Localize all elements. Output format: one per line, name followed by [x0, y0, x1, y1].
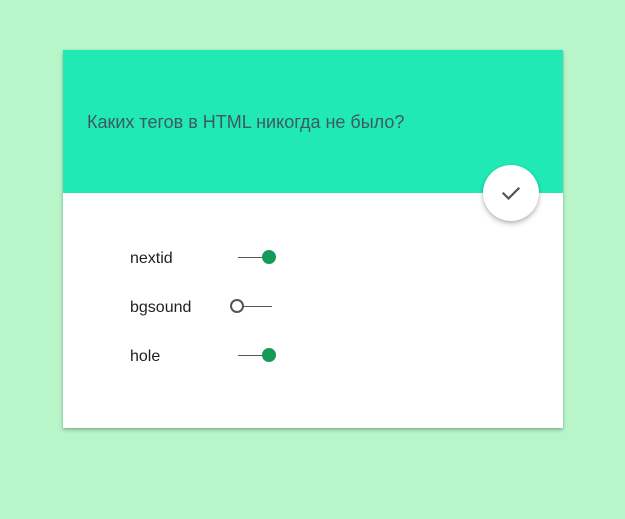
submit-button[interactable] — [483, 165, 539, 221]
question-text: Каких тегов в HTML никогда не было? — [87, 112, 405, 132]
quiz-card: Каких тегов в HTML никогда не было? next… — [63, 50, 563, 428]
check-icon — [501, 186, 521, 201]
option-row: hole — [130, 342, 350, 391]
card-header: Каких тегов в HTML никогда не было? — [63, 50, 563, 193]
toggle-thumb[interactable] — [262, 250, 276, 264]
toggle-thumb[interactable] — [262, 348, 276, 362]
option-label: bgsound — [130, 299, 192, 316]
option-label: hole — [130, 348, 161, 365]
option-toggle[interactable] — [238, 248, 280, 268]
option-row: nextid — [130, 244, 350, 293]
options-list: nextid bgsound hole — [130, 244, 350, 391]
option-toggle[interactable] — [238, 346, 280, 366]
option-row: bgsound — [130, 293, 350, 342]
option-label: nextid — [130, 250, 173, 267]
option-toggle[interactable] — [230, 297, 280, 317]
toggle-thumb[interactable] — [230, 299, 244, 313]
